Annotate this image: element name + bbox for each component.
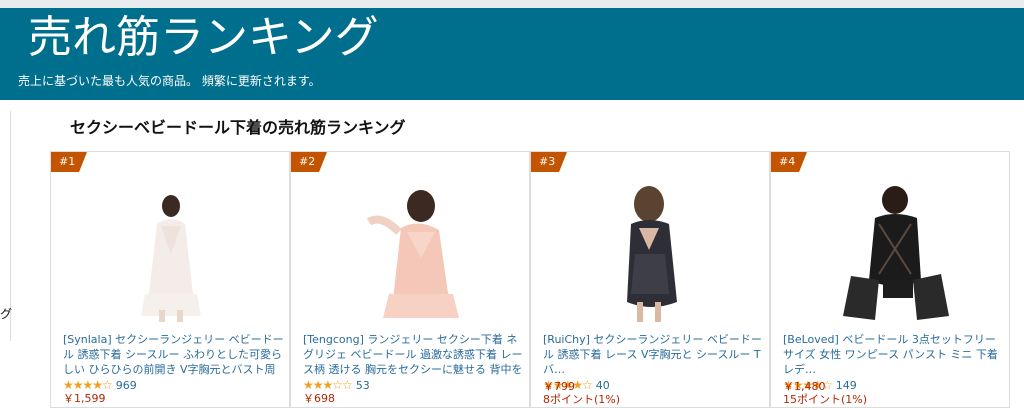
- price: ￥698: [303, 392, 335, 405]
- product-title-link[interactable]: [Synlala] セクシーランジェリー ベビードール 誘惑下着 シースルー ふ…: [63, 332, 285, 377]
- points: 15ポイント(1%): [783, 393, 868, 406]
- star-rating-icon: ★★★★☆: [63, 378, 113, 392]
- product-image[interactable]: [581, 184, 721, 324]
- product-image[interactable]: [101, 184, 241, 324]
- product-card[interactable]: #4 [BeLoved] ベビードール 3点セットフリーサイズ 女性 ワンピース…: [770, 151, 1010, 408]
- product-card[interactable]: #1 [Synlala] セクシーランジェリー ベビードール 誘惑下着 シースル…: [50, 151, 290, 408]
- review-count[interactable]: 53: [356, 379, 370, 392]
- top-nav-strip: [0, 0, 1024, 8]
- star-rating-icon: ★★★☆☆: [303, 378, 353, 392]
- review-count[interactable]: 149: [836, 379, 857, 392]
- product-title-link[interactable]: [Tengcong] ランジェリー セクシー下着 ネグリジェ ベビードール 過激…: [303, 332, 525, 377]
- product-card[interactable]: #3 [RuiChy] セクシーランジェリー ベビードール 誘惑下着 レース V…: [530, 151, 770, 408]
- rating[interactable]: ★★★★☆ 969: [63, 378, 137, 392]
- review-count[interactable]: 969: [116, 379, 137, 392]
- rank-badge: #3: [531, 152, 567, 172]
- page-title: 、売れ筋ランキング: [0, 12, 379, 63]
- section-title: セクシーベビードール下着の売れ筋ランキング: [70, 118, 406, 137]
- points: 8ポイント(1%): [543, 393, 621, 406]
- sidebar-category-fragment[interactable]: グ: [0, 305, 12, 322]
- rating[interactable]: ★★★☆☆ 53: [303, 378, 370, 392]
- rank-badge: #1: [51, 152, 87, 172]
- page-subtitle: 売上に基づいた最も人気の商品。 頻繁に更新されます。: [18, 74, 321, 88]
- product-list: #1 [Synlala] セクシーランジェリー ベビードール 誘惑下着 シースル…: [50, 151, 1012, 408]
- product-image[interactable]: [821, 184, 961, 324]
- price: ￥1,480: [783, 380, 826, 393]
- rank-badge: #2: [291, 152, 327, 172]
- product-image[interactable]: [341, 184, 481, 324]
- product-card[interactable]: #2 [Tengcong] ランジェリー セクシー下着 ネグリジェ ベビードール…: [290, 151, 530, 408]
- product-title-link[interactable]: [BeLoved] ベビードール 3点セットフリーサイズ 女性 ワンピース パン…: [783, 332, 1005, 377]
- price: ￥799: [543, 380, 575, 393]
- price: ￥1,599: [63, 392, 106, 405]
- rank-badge: #4: [771, 152, 807, 172]
- review-count[interactable]: 40: [596, 379, 610, 392]
- product-title-link[interactable]: [RuiChy] セクシーランジェリー ベビードール 誘惑下着 レース V字胸元…: [543, 332, 765, 377]
- page-banner: 、売れ筋ランキング 売上に基づいた最も人気の商品。 頻繁に更新されます。: [0, 8, 1024, 100]
